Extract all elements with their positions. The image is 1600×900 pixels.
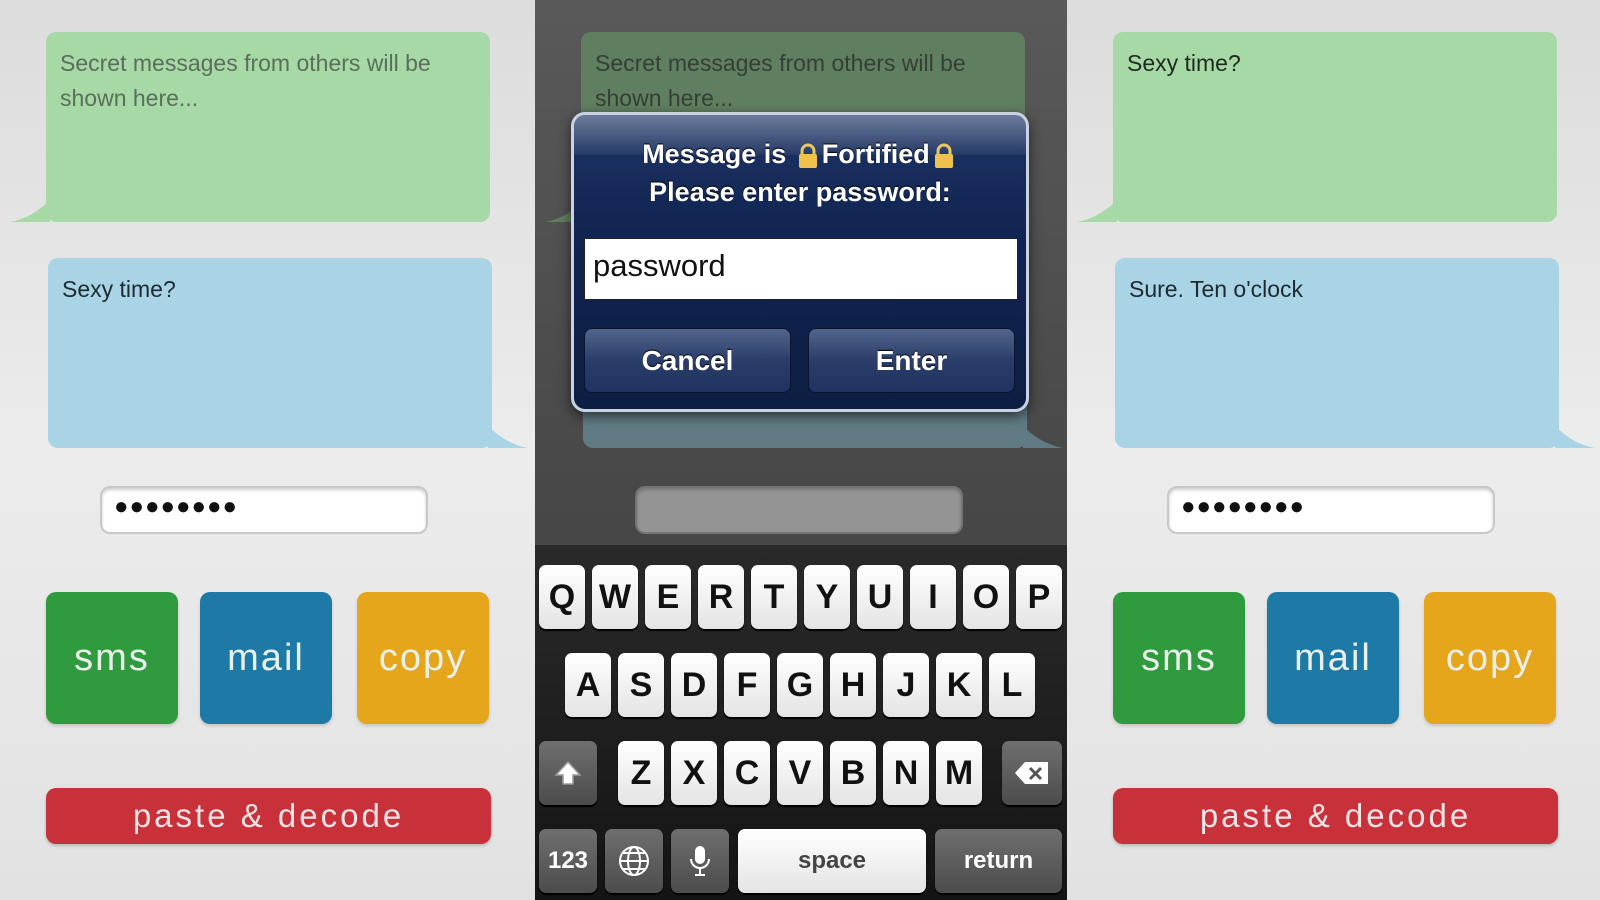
alert-title-line2: Please enter password:: [649, 177, 951, 207]
alert-title-prefix: Message is: [642, 139, 787, 169]
key-y[interactable]: Y: [804, 565, 850, 629]
cancel-label: Cancel: [641, 344, 734, 376]
alert-title: Message is Fortified Please enter passwo…: [574, 135, 1026, 211]
password-alert-dialog: Message is Fortified Please enter passwo…: [571, 112, 1029, 412]
key-t[interactable]: T: [751, 565, 797, 629]
key-o[interactable]: O: [963, 565, 1009, 629]
backspace-key[interactable]: [1002, 741, 1062, 805]
received-message-bubble: Secret messages from others will be show…: [10, 32, 490, 222]
key-d[interactable]: D: [671, 653, 717, 717]
alert-password-value: password: [593, 248, 726, 283]
bubble-tail: [1555, 426, 1595, 448]
mail-label: mail: [227, 636, 305, 679]
key-a[interactable]: A: [565, 653, 611, 717]
key-w[interactable]: W: [592, 565, 638, 629]
key-c[interactable]: C: [724, 741, 770, 805]
key-q[interactable]: Q: [539, 565, 585, 629]
key-l[interactable]: L: [989, 653, 1035, 717]
paste-decode-button[interactable]: paste & decode: [1113, 788, 1558, 844]
sms-label: sms: [1141, 636, 1217, 679]
copy-button[interactable]: copy: [1424, 592, 1556, 724]
enter-label: Enter: [875, 344, 948, 376]
key-b[interactable]: B: [830, 741, 876, 805]
key-p[interactable]: P: [1016, 565, 1062, 629]
globe-key[interactable]: [605, 829, 663, 893]
screen-right: Sexy time? Sure. Ten o'clock ●●●●●●●● sm…: [1067, 0, 1600, 900]
copy-label: copy: [1445, 636, 1535, 679]
paste-decode-button[interactable]: paste & decode: [46, 788, 491, 844]
mail-button[interactable]: mail: [1267, 592, 1399, 724]
sent-message-bubble[interactable]: Sure. Ten o'clock: [1115, 258, 1595, 448]
globe-icon: [619, 846, 649, 876]
sms-button[interactable]: sms: [46, 592, 178, 724]
enter-button[interactable]: Enter: [808, 328, 1015, 393]
key-m[interactable]: M: [936, 741, 982, 805]
key-z[interactable]: Z: [618, 741, 664, 805]
microphone-key[interactable]: [671, 829, 729, 893]
sent-message-text: Sure. Ten o'clock: [1129, 276, 1304, 302]
numbers-key[interactable]: 123: [539, 829, 597, 893]
key-f[interactable]: F: [724, 653, 770, 717]
backspace-icon: [1015, 762, 1048, 784]
screen-left: Secret messages from others will be show…: [0, 0, 535, 900]
key-u[interactable]: U: [857, 565, 903, 629]
bubble-tail: [1077, 200, 1117, 222]
password-value: ●●●●●●●●: [114, 493, 238, 520]
key-h[interactable]: H: [830, 653, 876, 717]
bubble-tail: [10, 200, 50, 222]
sms-label: sms: [74, 636, 150, 679]
cancel-button[interactable]: Cancel: [584, 328, 791, 393]
key-n[interactable]: N: [883, 741, 929, 805]
alert-title-word: Fortified: [821, 139, 930, 169]
password-field[interactable]: ●●●●●●●●: [1167, 486, 1495, 534]
mail-button[interactable]: mail: [200, 592, 332, 724]
return-key[interactable]: return: [935, 829, 1062, 893]
key-k[interactable]: K: [936, 653, 982, 717]
key-i[interactable]: I: [910, 565, 956, 629]
space-key[interactable]: space: [738, 829, 926, 893]
paste-decode-label: paste & decode: [1199, 797, 1472, 834]
key-r[interactable]: R: [698, 565, 744, 629]
shift-icon: [554, 760, 582, 785]
paste-decode-label: paste & decode: [132, 797, 405, 834]
password-value: ●●●●●●●●: [1181, 493, 1305, 520]
sms-button[interactable]: sms: [1113, 592, 1245, 724]
password-field[interactable]: ●●●●●●●●: [100, 486, 428, 534]
keyboard: Q W E R T Y U I O P A S D F G H J K L Z …: [535, 545, 1067, 900]
mail-label: mail: [1294, 636, 1372, 679]
copy-label: copy: [378, 636, 468, 679]
key-e[interactable]: E: [645, 565, 691, 629]
key-g[interactable]: G: [777, 653, 823, 717]
shift-key[interactable]: [539, 741, 597, 805]
sent-message-bubble[interactable]: Sexy time?: [48, 258, 528, 448]
key-j[interactable]: J: [883, 653, 929, 717]
lock-icon: [798, 143, 817, 168]
key-s[interactable]: S: [618, 653, 664, 717]
sent-message-text: Sexy time?: [62, 276, 176, 302]
bubble-tail: [488, 426, 528, 448]
alert-password-input[interactable]: password: [584, 238, 1018, 300]
received-message-bubble: Sexy time?: [1077, 32, 1557, 222]
received-message-text: Sexy time?: [1127, 50, 1241, 76]
copy-button[interactable]: copy: [357, 592, 489, 724]
screen-middle: Secret messages from others will be show…: [535, 0, 1067, 900]
microphone-icon: [690, 846, 710, 876]
received-message-text: Secret messages from others will be show…: [60, 50, 431, 111]
key-v[interactable]: V: [777, 741, 823, 805]
key-x[interactable]: X: [671, 741, 717, 805]
lock-icon: [934, 143, 953, 168]
